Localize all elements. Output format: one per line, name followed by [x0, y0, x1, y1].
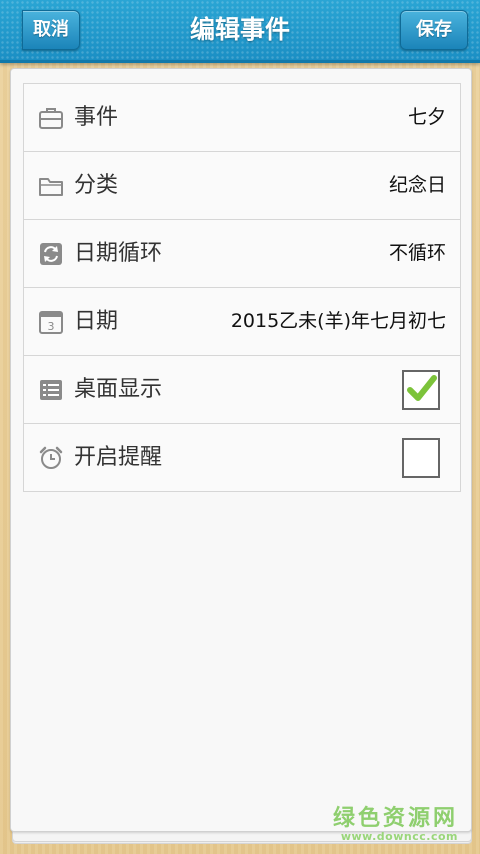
desktop-display-checkbox[interactable]: [402, 370, 440, 410]
row-label: 事件: [74, 105, 119, 130]
watermark-text: 绿色资源网: [332, 806, 458, 831]
alarm-clock-icon: [39, 446, 63, 469]
row-label: 日期循环: [74, 241, 163, 266]
row-category[interactable]: 分类 纪念日: [24, 152, 460, 220]
row-label: 桌面显示: [74, 377, 163, 402]
list-icon: [40, 380, 62, 400]
title-bar: 取消 编辑事件 保存: [0, 0, 480, 63]
watermark: 绿色资源网 www.downcc.com: [333, 800, 458, 843]
row-value: 2015乙未(羊)年七月初七: [230, 310, 446, 332]
form-sheet: 事件 七夕 分类 纪念日 日期循环 不循环 3 日期 2015乙未(羊)年七月初…: [10, 68, 472, 844]
calendar-icon-day: 3: [48, 320, 55, 333]
row-date-repeat[interactable]: 日期循环 不循环: [24, 220, 460, 288]
event-form-list: 事件 七夕 分类 纪念日 日期循环 不循环 3 日期 2015乙未(羊)年七月初…: [23, 83, 461, 492]
repeat-icon: [40, 243, 62, 265]
row-event[interactable]: 事件 七夕: [24, 84, 460, 152]
watermark-url: www.downcc.com: [340, 830, 458, 843]
save-button[interactable]: 保存: [400, 10, 468, 50]
folder-icon: [39, 178, 63, 196]
row-value: 纪念日: [388, 174, 446, 196]
row-label: 日期: [74, 309, 119, 334]
row-label: 分类: [74, 173, 119, 198]
row-label: 开启提醒: [74, 445, 163, 470]
checkmark-icon: [407, 375, 437, 401]
save-button-label: 保存: [416, 19, 452, 40]
row-reminder: 开启提醒: [24, 424, 460, 491]
row-desktop-display: 桌面显示: [24, 356, 460, 424]
briefcase-icon: [39, 108, 63, 129]
calendar-icon: 3: [39, 311, 63, 334]
reminder-checkbox[interactable]: [402, 438, 440, 478]
row-value: 不循环: [388, 242, 446, 264]
row-value: 七夕: [407, 106, 446, 128]
cancel-button-label: 取消: [33, 19, 69, 40]
sheet: 事件 七夕 分类 纪念日 日期循环 不循环 3 日期 2015乙未(羊)年七月初…: [10, 68, 472, 832]
row-date[interactable]: 3 日期 2015乙未(羊)年七月初七: [24, 288, 460, 356]
